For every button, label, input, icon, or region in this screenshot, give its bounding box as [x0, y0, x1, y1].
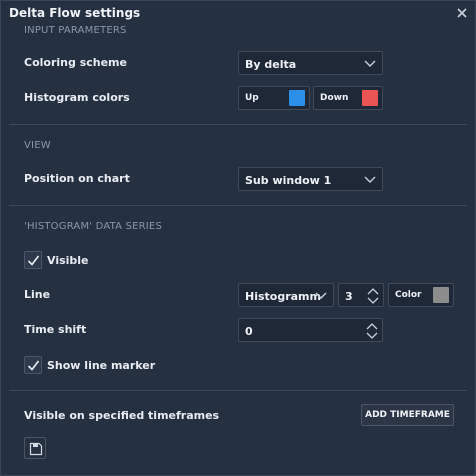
- visible-label: Visible: [47, 254, 89, 267]
- check-icon: [27, 255, 40, 266]
- section-divider: [9, 124, 467, 125]
- line-width-stepper[interactable]: 3: [338, 283, 384, 307]
- line-color-label: Color: [395, 290, 422, 300]
- position-on-chart-select[interactable]: Sub window 1: [238, 167, 383, 191]
- line-color-swatch: [433, 287, 449, 303]
- stepper-arrows-icon[interactable]: [367, 286, 379, 306]
- down-color-label: Down: [320, 93, 349, 103]
- chevron-down-icon: [364, 174, 376, 184]
- chevron-down-icon: [364, 58, 376, 68]
- line-type-select[interactable]: Histogramm: [238, 283, 334, 307]
- timeframes-label: Visible on specified timeframes: [24, 409, 220, 422]
- down-color-swatch: [362, 90, 378, 106]
- coloring-scheme-value: By delta: [245, 58, 297, 71]
- section-heading-histogram-series: 'HISTOGRAM' DATA SERIES: [24, 221, 163, 232]
- coloring-scheme-select[interactable]: By delta: [238, 51, 383, 75]
- time-shift-label: Time shift: [24, 323, 87, 336]
- title-bar: Delta Flow settings: [1, 1, 475, 23]
- chevron-down-icon: [315, 290, 327, 300]
- stepper-arrows-icon[interactable]: [366, 321, 378, 341]
- position-on-chart-label: Position on chart: [24, 172, 130, 185]
- show-line-marker-checkbox[interactable]: [24, 356, 42, 374]
- line-color-picker[interactable]: Color: [388, 283, 454, 307]
- coloring-scheme-label: Coloring scheme: [24, 56, 127, 69]
- close-icon[interactable]: [455, 5, 469, 19]
- section-divider: [9, 390, 467, 391]
- window-title: Delta Flow settings: [9, 6, 141, 20]
- section-heading-view: VIEW: [24, 140, 51, 151]
- line-width-value: 3: [345, 290, 353, 303]
- save-icon: [29, 442, 43, 456]
- check-icon: [27, 360, 40, 371]
- position-on-chart-value: Sub window 1: [245, 174, 332, 187]
- section-heading-input-parameters: INPUT PARAMETERS: [24, 25, 127, 36]
- time-shift-stepper[interactable]: 0: [238, 318, 383, 342]
- up-color-swatch: [289, 90, 305, 106]
- down-color-picker[interactable]: Down: [313, 86, 383, 110]
- visible-checkbox[interactable]: [24, 251, 42, 269]
- add-timeframe-button[interactable]: ADD TIMEFRAME: [361, 404, 454, 426]
- up-color-picker[interactable]: Up: [238, 86, 310, 110]
- up-color-label: Up: [245, 93, 259, 103]
- histogram-colors-label: Histogram colors: [24, 91, 130, 104]
- save-template-button[interactable]: [24, 437, 46, 459]
- time-shift-value: 0: [245, 325, 253, 338]
- section-divider: [9, 205, 467, 206]
- line-label: Line: [24, 288, 51, 301]
- show-line-marker-label: Show line marker: [47, 359, 156, 372]
- line-type-value: Histogramm: [245, 290, 321, 303]
- settings-window: Delta Flow settings INPUT PARAMETERS Col…: [0, 0, 476, 476]
